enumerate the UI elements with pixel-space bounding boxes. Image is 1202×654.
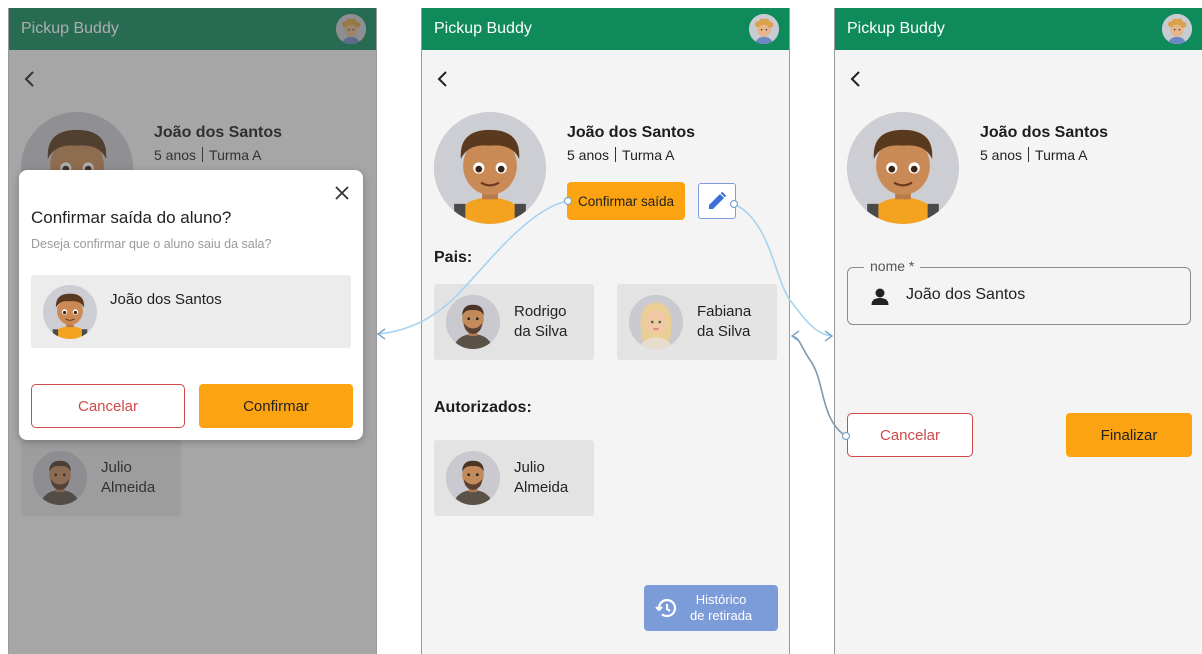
dialog-child-name: João dos Santos <box>110 291 222 308</box>
app-title: Pickup Buddy <box>434 20 532 37</box>
cancel-button[interactable]: Cancelar <box>31 384 185 428</box>
screen-confirm-modal: Pickup Buddy João dos Santos 5 anos Turma… <box>8 8 377 654</box>
avatar <box>43 285 97 339</box>
dialog-subtitle: Deseja confirmar que o aluno saiu da sal… <box>31 237 272 251</box>
person-name: Rodrigo da Silva <box>514 303 568 340</box>
authorized-title: Autorizados: <box>434 399 532 416</box>
child-class: Turma A <box>622 147 675 163</box>
confirm-exit-dialog: Confirmar saída do aluno? Deseja confirm… <box>19 170 363 440</box>
child-avatar <box>434 112 546 224</box>
edit-pencil-icon <box>709 191 727 209</box>
history-icon <box>655 599 677 618</box>
cancel-button[interactable]: Cancelar <box>847 413 973 457</box>
confirm-exit-button[interactable]: Confirmar saída <box>567 182 685 220</box>
avatar <box>629 295 683 349</box>
child-age: 5 anos <box>980 147 1023 163</box>
history-label: Histórico de retirada <box>690 592 753 623</box>
pickup-history-button[interactable]: Histórico de retirada <box>644 585 778 631</box>
child-name: João dos Santos <box>567 124 696 141</box>
child-class: Turma A <box>1035 147 1088 163</box>
person-name: Julio Almeida <box>514 459 569 496</box>
app-bar: Pickup Buddy <box>835 8 1202 50</box>
person-icon <box>871 288 889 305</box>
confirm-button[interactable]: Confirmar <box>199 384 353 428</box>
name-field-value: João dos Santos <box>906 286 1026 303</box>
close-icon[interactable] <box>335 186 349 200</box>
avatar <box>446 451 500 505</box>
edit-button[interactable] <box>698 183 736 219</box>
user-avatar[interactable] <box>1162 14 1192 44</box>
parent-card[interactable]: Fabiana da Silva <box>617 284 777 360</box>
app-title: Pickup Buddy <box>847 20 945 37</box>
back-arrow-icon[interactable] <box>845 68 867 90</box>
back-arrow-icon[interactable] <box>432 68 454 90</box>
parents-title: Pais: <box>434 249 473 266</box>
child-avatar <box>847 112 959 224</box>
child-info: 5 anos Turma A <box>980 147 1087 163</box>
screen-child-detail: Pickup Buddy João dos Santos 5 anos Turma… <box>421 8 790 654</box>
dialog-child-card: João dos Santos <box>31 275 351 348</box>
screen-edit-child: Pickup Buddy João dos Santos 5 anos Turma… <box>834 8 1202 654</box>
parent-card[interactable]: Rodrigo da Silva <box>434 284 594 360</box>
dialog-title: Confirmar saída do aluno? <box>31 208 232 227</box>
person-name: Fabiana da Silva <box>697 303 752 340</box>
child-info: 5 anos Turma A <box>567 147 674 163</box>
app-bar: Pickup Buddy <box>422 8 789 50</box>
child-name: João dos Santos <box>980 124 1109 141</box>
child-age: 5 anos <box>567 147 610 163</box>
user-avatar[interactable] <box>749 14 779 44</box>
finish-button[interactable]: Finalizar <box>1066 413 1192 457</box>
avatar <box>446 295 500 349</box>
name-field-label: nome * <box>864 258 921 274</box>
name-field[interactable]: nome * João dos Santos <box>847 258 1191 325</box>
authorized-card[interactable]: Julio Almeida <box>434 440 594 516</box>
